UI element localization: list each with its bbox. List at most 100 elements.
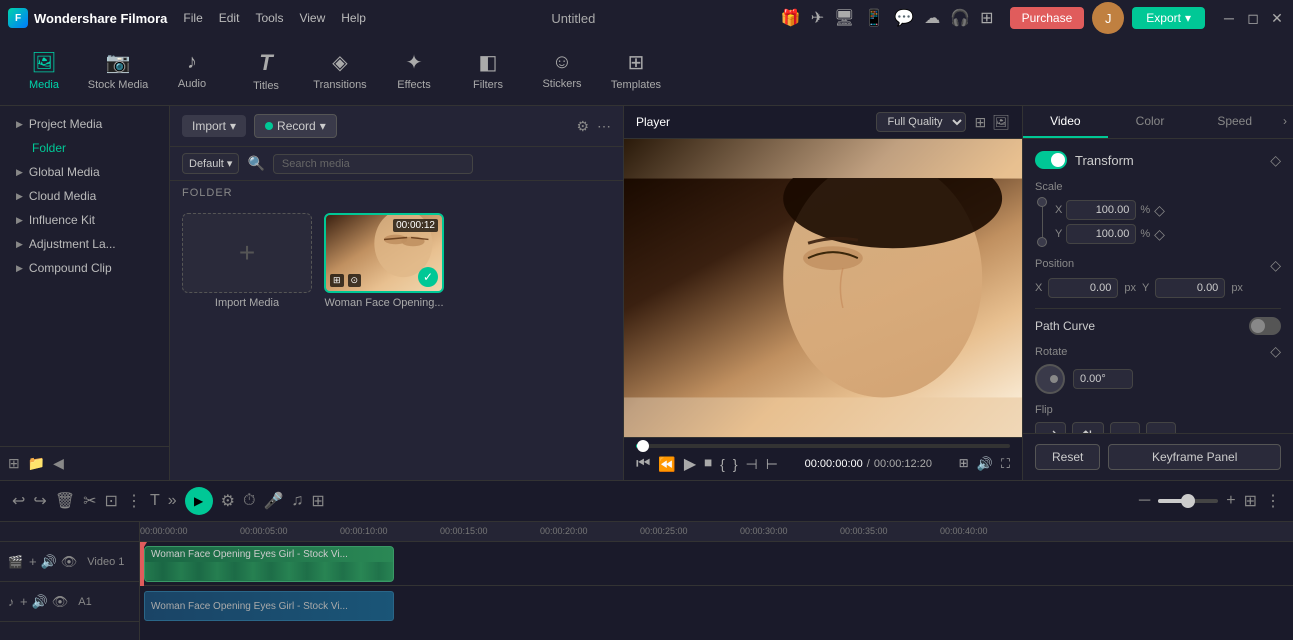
compound-clip-item[interactable]: ▶ Compound Clip: [8, 256, 161, 280]
rotate-keyframe-icon[interactable]: ◇: [1270, 343, 1281, 360]
filter-icon[interactable]: ⚙: [576, 118, 589, 135]
tl-voice-icon[interactable]: 🎤: [263, 491, 283, 511]
track2-mute-icon[interactable]: 🔊: [32, 594, 48, 610]
tl-zoom-in-icon[interactable]: +: [1226, 492, 1235, 510]
add-folder-icon[interactable]: ⊞: [8, 455, 20, 472]
tl-undo-icon[interactable]: ↩: [12, 491, 25, 511]
grid-icon[interactable]: ⊞: [980, 8, 993, 28]
video-media-item[interactable]: 00:00:12 ⊞ ⊙ ✓ Woman Face Opening...: [324, 213, 444, 309]
tab-filters[interactable]: ◧ Filters: [452, 39, 524, 103]
collapse-panel-icon[interactable]: ◀: [53, 455, 64, 472]
stop-button[interactable]: ⏹: [704, 455, 712, 473]
volume-icon[interactable]: 🔊: [977, 456, 993, 472]
path-curve-toggle[interactable]: [1249, 317, 1281, 335]
zoom-handle[interactable]: [1181, 494, 1195, 508]
rotate-input[interactable]: [1073, 369, 1133, 389]
flip-h2-button[interactable]: ▱: [1110, 422, 1140, 433]
phone-icon[interactable]: 📱: [864, 8, 884, 28]
adjustment-layer-item[interactable]: ▶ Adjustment La...: [8, 232, 161, 256]
tl-layout-icon[interactable]: ⊞: [1244, 491, 1257, 511]
flip-v2-button[interactable]: ▰: [1146, 422, 1176, 433]
sort-select[interactable]: Default ▾: [182, 153, 239, 174]
player-tab[interactable]: Player: [636, 115, 670, 129]
track2-eye-icon[interactable]: 👁: [52, 594, 69, 610]
progress-bar[interactable]: [636, 444, 1010, 448]
reset-button[interactable]: Reset: [1035, 444, 1100, 470]
transform-toggle[interactable]: [1035, 151, 1067, 169]
skip-back-button[interactable]: ⏮: [636, 455, 650, 473]
tab-audio[interactable]: ♪ Audio: [156, 39, 228, 103]
menu-file[interactable]: File: [183, 11, 202, 25]
tab-video[interactable]: Video: [1023, 106, 1108, 138]
grid-view-icon[interactable]: ⊞: [974, 114, 986, 131]
close-button[interactable]: ✕: [1269, 10, 1285, 26]
position-x-input[interactable]: [1048, 278, 1118, 298]
monitor-icon[interactable]: 🖥: [834, 8, 854, 28]
tab-media[interactable]: 🖼 Media: [8, 39, 80, 103]
scale-x-input[interactable]: [1066, 200, 1136, 220]
user-avatar[interactable]: J: [1092, 2, 1124, 34]
tl-redo-icon[interactable]: ↪: [33, 491, 46, 511]
tab-transitions[interactable]: ◈ Transitions: [304, 39, 376, 103]
tl-audio-icon[interactable]: ♫: [291, 492, 303, 510]
tl-delete-icon[interactable]: 🗑: [55, 491, 75, 511]
flip-v-button[interactable]: ⇅: [1072, 422, 1103, 433]
step-back-button[interactable]: ⏪: [658, 456, 675, 473]
rocket-icon[interactable]: ✈: [811, 8, 824, 28]
rotate-dial[interactable]: [1035, 364, 1065, 394]
export-button[interactable]: Export ▾: [1132, 7, 1205, 29]
keyframe-panel-button[interactable]: Keyframe Panel: [1108, 444, 1281, 470]
menu-help[interactable]: Help: [341, 11, 366, 25]
tab-stock-media[interactable]: 📷 Stock Media: [82, 39, 154, 103]
tab-speed[interactable]: Speed: [1192, 106, 1277, 138]
prev-frame-button[interactable]: ⊣: [746, 456, 758, 473]
add-to-timeline-icon[interactable]: ⊞: [959, 456, 969, 472]
cloud-media-item[interactable]: ▶ Cloud Media: [8, 184, 161, 208]
cloud-icon[interactable]: ☁: [924, 8, 940, 28]
track1-add-icon[interactable]: +: [29, 554, 37, 570]
play-button[interactable]: ▶: [684, 454, 696, 474]
track1-eye-icon[interactable]: 👁: [61, 554, 78, 570]
tab-more-icon[interactable]: ›: [1277, 106, 1293, 138]
tl-play-center-button[interactable]: ▶: [185, 487, 213, 515]
message-icon[interactable]: 💬: [894, 8, 914, 28]
scale-x-keyframe-icon[interactable]: ◇: [1154, 202, 1165, 219]
headphone-icon[interactable]: 🎧: [950, 8, 970, 28]
tab-templates[interactable]: ⊞ Templates: [600, 39, 672, 103]
menu-tools[interactable]: Tools: [255, 11, 283, 25]
influence-kit-item[interactable]: ▶ Influence Kit: [8, 208, 161, 232]
more-icon[interactable]: ⋯: [597, 118, 611, 135]
scale-y-input[interactable]: [1066, 224, 1136, 244]
tl-settings-icon[interactable]: ⚙: [221, 491, 235, 511]
tl-collapse-icon[interactable]: ⋮: [1265, 491, 1281, 511]
tl-crop-icon[interactable]: ⊡: [105, 491, 118, 511]
search-input[interactable]: [273, 154, 473, 174]
tl-zoom-out-icon[interactable]: ─: [1139, 492, 1150, 510]
tl-text-icon[interactable]: T: [150, 492, 160, 510]
scale-y-keyframe-icon[interactable]: ◇: [1154, 226, 1165, 243]
purchase-button[interactable]: Purchase: [1010, 7, 1085, 29]
tl-scene-icon[interactable]: ⊞: [311, 491, 324, 511]
tab-effects[interactable]: ✦ Effects: [378, 39, 450, 103]
import-media-item[interactable]: + Import Media: [182, 213, 312, 309]
progress-handle[interactable]: [637, 440, 649, 452]
tl-cut-icon[interactable]: ✂: [83, 491, 96, 511]
maximize-button[interactable]: ◻: [1245, 10, 1261, 26]
record-button[interactable]: Record ▾: [254, 114, 337, 138]
import-button[interactable]: Import ▾: [182, 115, 246, 137]
tl-speed-icon[interactable]: ⏱: [243, 492, 255, 510]
tab-titles[interactable]: T Titles: [230, 39, 302, 103]
mark-in-button[interactable]: {: [720, 456, 725, 472]
video-clip-2[interactable]: Woman Face Opening Eyes Girl - Stock Vi.…: [144, 591, 394, 621]
position-y-input[interactable]: [1155, 278, 1225, 298]
project-media-item[interactable]: ▶ Project Media: [8, 112, 161, 136]
menu-edit[interactable]: Edit: [219, 11, 240, 25]
tl-split-icon[interactable]: ⋮: [126, 491, 142, 511]
tab-stickers[interactable]: ☺ Stickers: [526, 39, 598, 103]
folder-item[interactable]: Folder: [8, 136, 161, 160]
quality-select[interactable]: Full Quality: [876, 112, 966, 132]
video-clip-1[interactable]: Woman Face Opening Eyes Girl - Stock Vi.…: [144, 546, 394, 582]
zoom-slider[interactable]: [1158, 499, 1218, 503]
menu-view[interactable]: View: [299, 11, 325, 25]
track2-add-icon[interactable]: +: [20, 594, 28, 610]
